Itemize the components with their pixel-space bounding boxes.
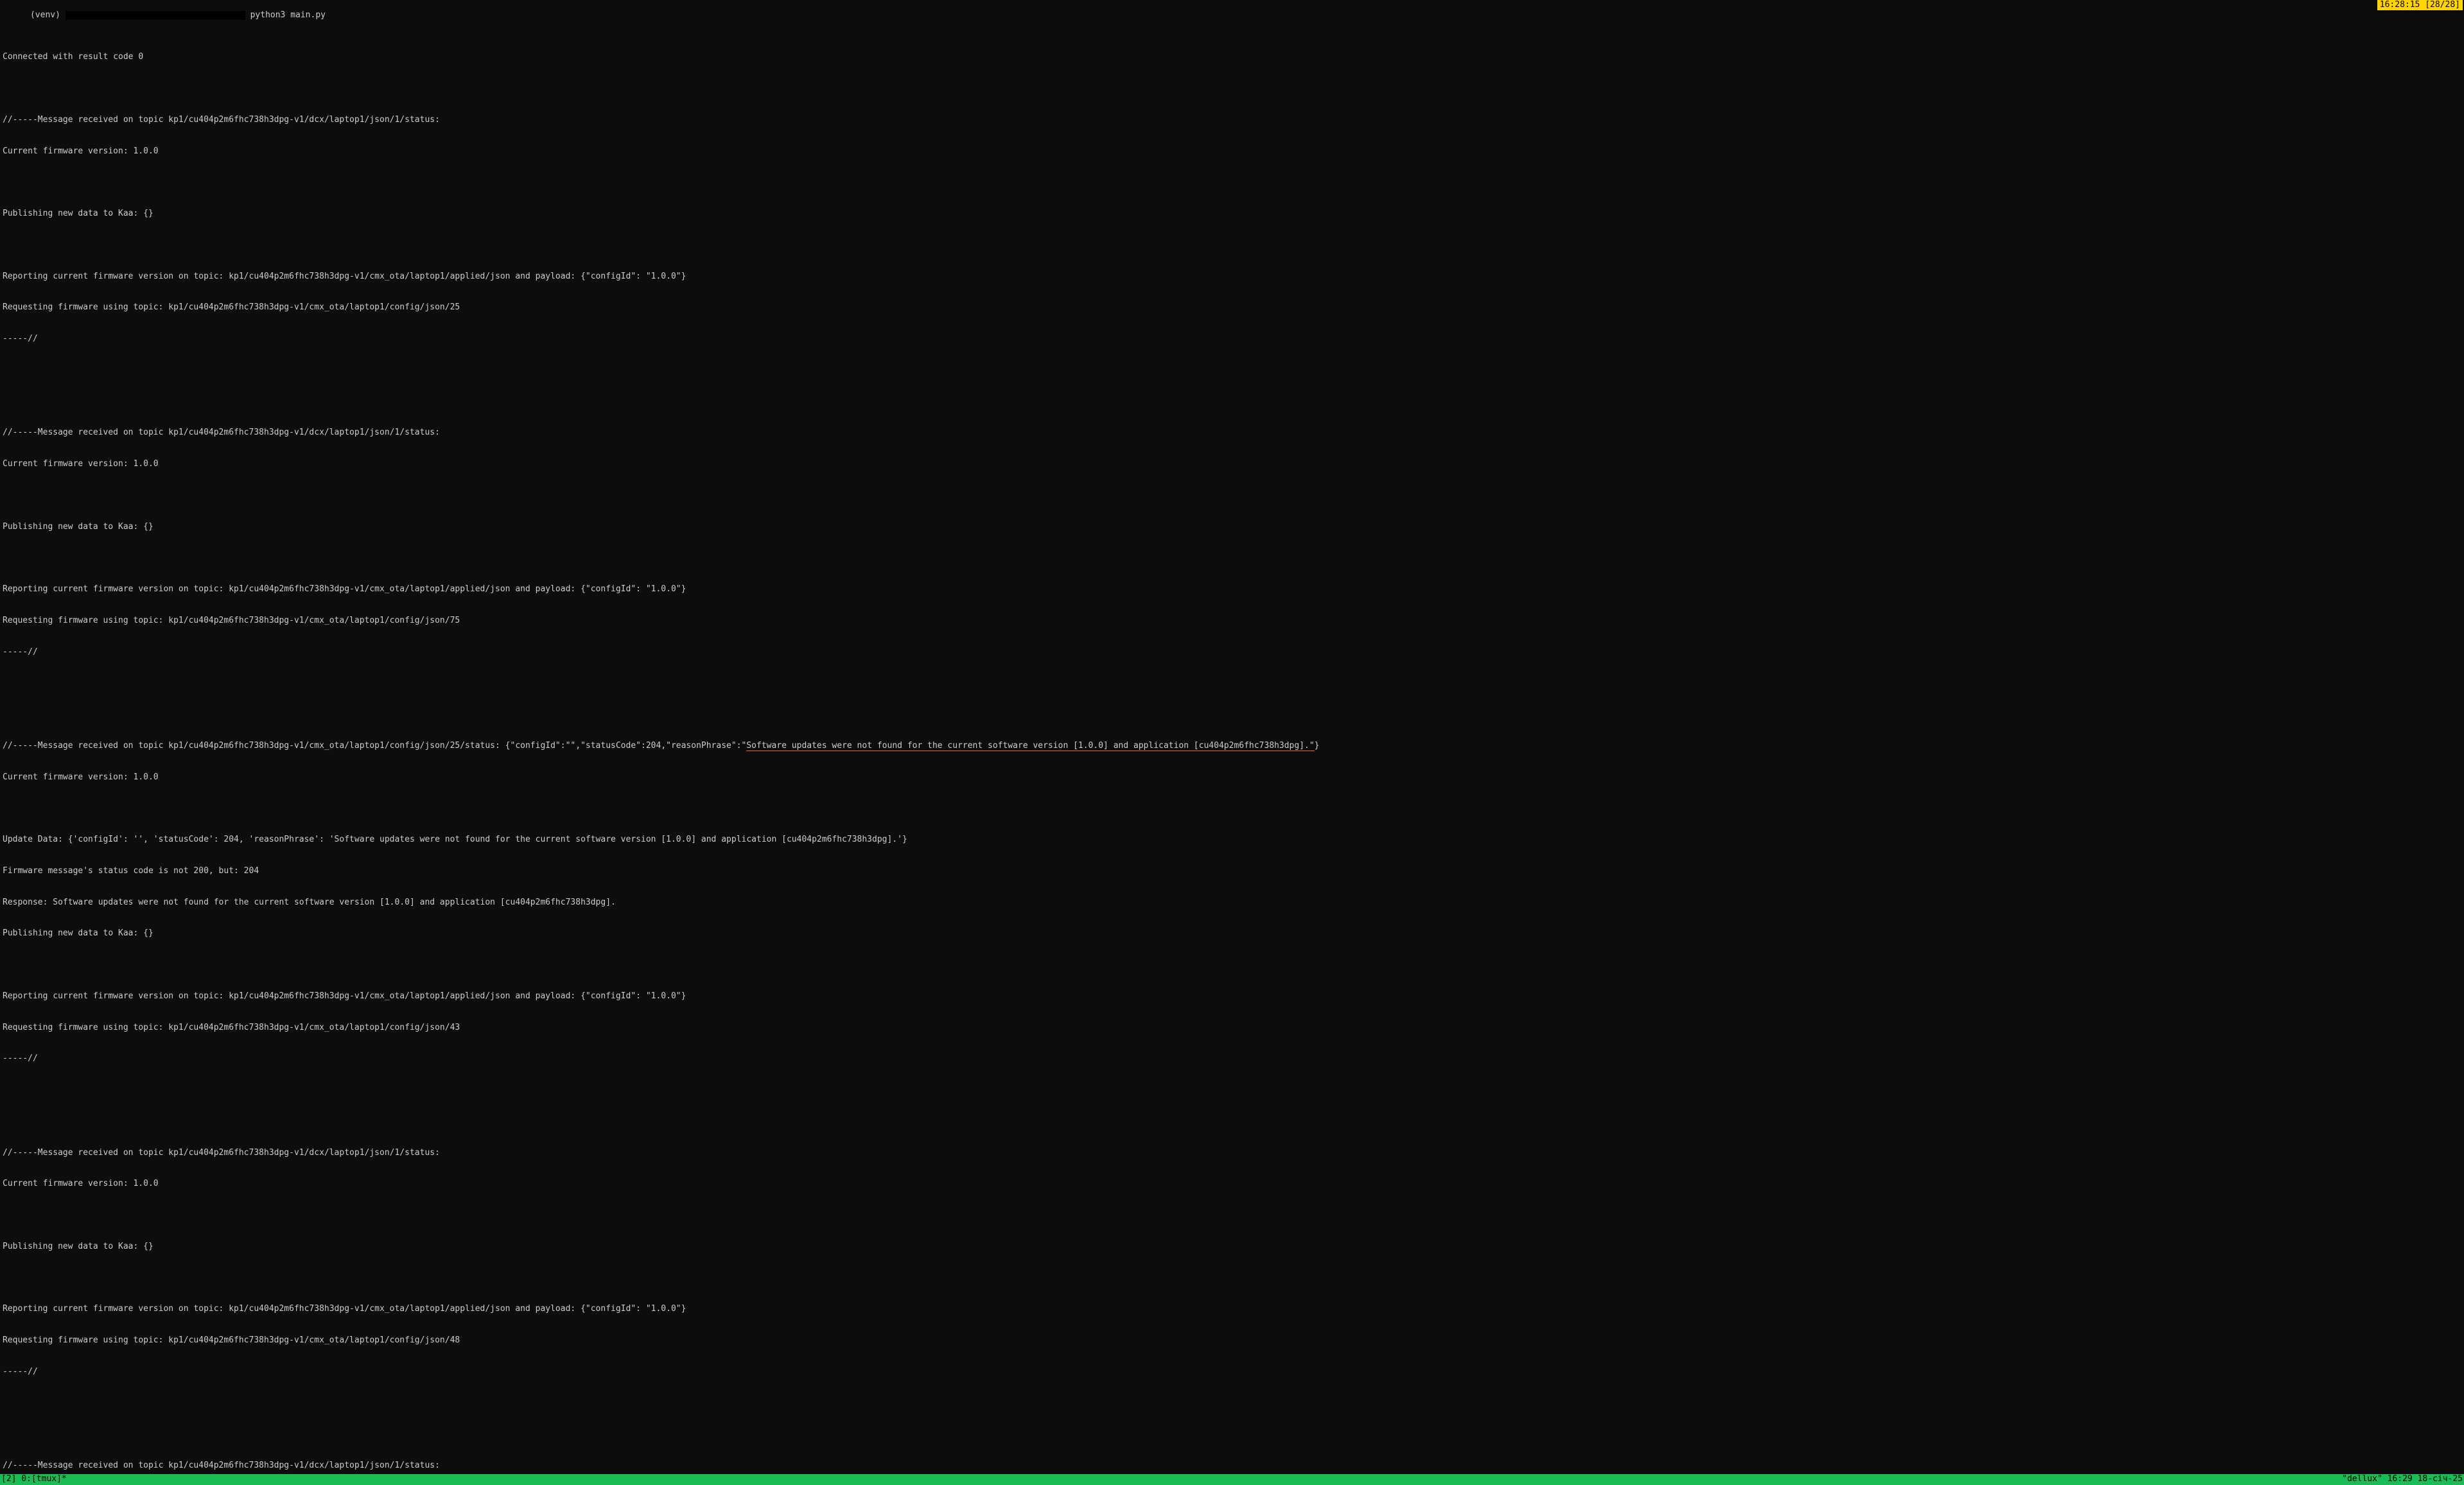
log-line: -----// bbox=[3, 1054, 2461, 1064]
command-text: python3 main.py bbox=[250, 10, 326, 20]
log-line: Reporting current firmware version on to… bbox=[3, 272, 2461, 282]
log-line bbox=[3, 83, 2461, 94]
log-line bbox=[3, 709, 2461, 720]
terminal-output[interactable]: Connected with result code 0 //-----Mess… bbox=[0, 31, 2464, 1485]
log-line bbox=[3, 1429, 2461, 1439]
venv-label: (venv) bbox=[30, 10, 60, 20]
log-line bbox=[3, 1273, 2461, 1283]
log-line bbox=[3, 1398, 2461, 1409]
log-line: Reporting current firmware version on to… bbox=[3, 991, 2461, 1002]
log-line: Response: Software updates were not foun… bbox=[3, 898, 2461, 908]
terminal-top-line: (venv) python3 main.py 16:28:15 [28/28] bbox=[0, 0, 2464, 31]
log-line: -----// bbox=[3, 647, 2461, 657]
log-line: Reporting current firmware version on to… bbox=[3, 584, 2461, 595]
redacted-path bbox=[66, 11, 245, 20]
log-line: Requesting firmware using topic: kp1/cu4… bbox=[3, 1335, 2461, 1346]
log-line: Connected with result code 0 bbox=[3, 52, 2461, 62]
log-line bbox=[3, 803, 2461, 813]
log-text: //-----Message received on topic kp1/cu4… bbox=[3, 741, 746, 751]
terminal-window[interactable]: (venv) python3 main.py 16:28:15 [28/28] … bbox=[0, 0, 2464, 1485]
log-line bbox=[3, 365, 2461, 376]
time-badge: 16:28:15 [28/28] bbox=[2377, 0, 2463, 10]
log-line: //-----Message received on topic kp1/cu4… bbox=[3, 1148, 2461, 1158]
shell-prompt: (venv) python3 main.py bbox=[0, 0, 326, 31]
log-line bbox=[3, 1210, 2461, 1220]
log-line: Publishing new data to Kaa: {} bbox=[3, 1242, 2461, 1252]
log-line: //-----Message received on topic kp1/cu4… bbox=[3, 741, 2461, 751]
log-line: Firmware message's status code is not 20… bbox=[3, 866, 2461, 876]
tmux-status-bar[interactable]: [2] 0:[tmux]* "dellux" 16:29 18-січ-25 bbox=[0, 1474, 2464, 1485]
log-line bbox=[3, 491, 2461, 501]
log-line bbox=[3, 1085, 2461, 1095]
log-line bbox=[3, 678, 2461, 688]
log-text: } bbox=[1315, 741, 1320, 751]
log-line bbox=[3, 1116, 2461, 1127]
tmux-session-info[interactable]: [2] 0:[tmux]* bbox=[1, 1474, 67, 1485]
log-line: Publishing new data to Kaa: {} bbox=[3, 928, 2461, 939]
log-line bbox=[3, 240, 2461, 250]
log-line: //-----Message received on topic kp1/cu4… bbox=[3, 428, 2461, 438]
log-line: Requesting firmware using topic: kp1/cu4… bbox=[3, 616, 2461, 626]
log-line: Current firmware version: 1.0.0 bbox=[3, 772, 2461, 783]
log-line bbox=[3, 960, 2461, 970]
log-line: Current firmware version: 1.0.0 bbox=[3, 146, 2461, 157]
log-line: Publishing new data to Kaa: {} bbox=[3, 209, 2461, 219]
log-line: Reporting current firmware version on to… bbox=[3, 1304, 2461, 1314]
log-line: Requesting firmware using topic: kp1/cu4… bbox=[3, 302, 2461, 313]
log-line: Current firmware version: 1.0.0 bbox=[3, 1179, 2461, 1189]
log-line: Publishing new data to Kaa: {} bbox=[3, 522, 2461, 532]
log-line: //-----Message received on topic kp1/cu4… bbox=[3, 1461, 2461, 1471]
log-line: //-----Message received on topic kp1/cu4… bbox=[3, 115, 2461, 125]
tmux-host-time: "dellux" 16:29 18-січ-25 bbox=[2342, 1474, 2463, 1485]
highlighted-reason-phrase: Software updates were not found for the … bbox=[746, 741, 1314, 751]
log-line bbox=[3, 177, 2461, 187]
log-line: Requesting firmware using topic: kp1/cu4… bbox=[3, 1023, 2461, 1033]
log-line: -----// bbox=[3, 1367, 2461, 1377]
log-line: -----// bbox=[3, 334, 2461, 344]
log-line: Update Data: {'configId': '', 'statusCod… bbox=[3, 835, 2461, 845]
log-line bbox=[3, 553, 2461, 563]
log-line: Current firmware version: 1.0.0 bbox=[3, 459, 2461, 469]
log-line bbox=[3, 397, 2461, 407]
